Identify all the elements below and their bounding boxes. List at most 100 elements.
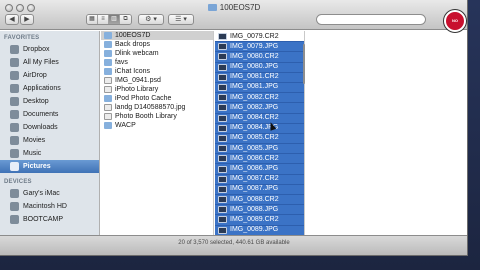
list-item[interactable]: IMG_0088.CR2 [215,194,304,205]
list-item[interactable]: iPod Photo Cache [101,94,213,103]
image-file-icon [218,196,227,204]
search-field[interactable] [316,14,426,25]
list-item[interactable]: IMG_0080.JPG [215,61,304,72]
hard-drive-icon [10,202,19,211]
sidebar-item-pictures[interactable]: Pictures [0,160,99,173]
preview-column [306,31,467,235]
folder-icon [104,68,112,75]
sidebar-item-desktop[interactable]: Desktop [0,95,99,108]
icon-view-button[interactable]: ▦ [87,15,98,24]
list-item[interactable]: IMG_0082.CR2 [215,92,304,103]
title-bar[interactable]: 100EOS7D ◀ ▶ ▦ ≡ ▥ ⧉ ⚙ ▾ ☰ ▾ [0,0,467,30]
music-icon [10,149,19,158]
sidebar-item-dropbox[interactable]: Dropbox [0,43,99,56]
list-item[interactable]: IMG_0089.JPG [215,224,304,235]
image-file-icon [218,43,227,51]
folder-icon [104,41,112,48]
list-item[interactable]: IMG_0079.CR2 [215,31,304,41]
list-item[interactable]: IMG_0085.JPG [215,143,304,154]
sidebar-item-documents[interactable]: Documents [0,108,99,121]
pictures-icon [10,162,19,171]
list-item[interactable]: iChat Icons [101,67,213,76]
list-item[interactable]: IMG_0086.JPG [215,163,304,174]
finder-window: 100EOS7D ◀ ▶ ▦ ≡ ▥ ⧉ ⚙ ▾ ☰ ▾ FAVORITES D… [0,0,468,256]
image-file-icon [218,134,227,142]
image-file-icon [218,226,227,234]
list-item[interactable]: Photo Booth Library [101,112,213,121]
folder-icon [104,122,112,129]
folder-icon [104,32,112,39]
list-item[interactable]: IMG_0081.CR2 [215,71,304,82]
image-file-icon [218,185,227,193]
image-file-icon [104,77,112,84]
sidebar-item-airdrop[interactable]: AirDrop [0,69,99,82]
image-file-icon [104,104,112,111]
list-item[interactable]: IMG_0085.CR2 [215,132,304,144]
folder-icon [104,59,112,66]
list-view-button[interactable]: ≡ [98,15,109,24]
sidebar-item-macintosh-hd[interactable]: Macintosh HD [0,200,99,213]
image-file-icon [218,73,227,81]
list-item[interactable]: IMG_0079.JPG [215,41,304,52]
list-item[interactable]: IMG_0086.CR2 [215,153,304,164]
image-file-icon [218,175,227,183]
list-item[interactable]: Back drops [101,40,213,49]
folder-icon [104,95,112,102]
hard-drive-icon [10,215,19,224]
image-file-icon [218,206,227,214]
list-item[interactable]: IMG_0084.CR2 [215,112,304,123]
list-item[interactable]: WACP [101,121,213,130]
view-switcher: ▦ ≡ ▥ ⧉ [86,14,132,25]
image-file-icon [218,114,227,122]
sidebar-item-movies[interactable]: Movies [0,134,99,147]
list-item[interactable]: IMG_0087.JPG [215,183,304,194]
image-file-icon [218,104,227,112]
folder-icon [207,4,217,11]
downloads-icon [10,123,19,132]
documents-icon [10,110,19,119]
movies-icon [10,136,19,145]
all-files-icon [10,58,19,67]
list-item[interactable]: 100EOS7D [101,31,213,40]
list-item[interactable]: IMG_0088.JPG [215,204,304,215]
folder-contents-column: IMG_0079.CR2 IMG_0079.JPG IMG_0080.CR2 I… [215,31,305,235]
list-item[interactable]: IMG_0084.JPG [215,122,304,133]
image-file-icon [218,53,227,61]
list-item[interactable]: iPhoto Library [101,85,213,94]
image-file-icon [218,84,227,92]
image-file-icon [218,165,227,173]
list-item[interactable]: IMG_0081.JPG [215,81,304,93]
imac-icon [10,189,19,198]
image-file-icon [218,33,227,41]
dropbox-icon [10,45,19,54]
window-title: 100EOS7D [0,3,467,12]
sidebar-item-bootcamp[interactable]: BOOTCAMP [0,213,99,226]
list-item[interactable]: Dlink webcam [101,49,213,58]
channel-logo-caption: geek tech [446,34,464,39]
sidebar-item-music[interactable]: Music [0,147,99,160]
iphoto-library-icon [104,86,112,93]
sidebar-item-downloads[interactable]: Downloads [0,121,99,134]
column-view-button[interactable]: ▥ [109,15,120,24]
sidebar-item-all-my-files[interactable]: All My Files [0,56,99,69]
coverflow-view-button[interactable]: ⧉ [120,15,131,24]
list-item[interactable]: IMG_0087.CR2 [215,173,304,184]
list-item[interactable]: favs [101,58,213,67]
sidebar-item-applications[interactable]: Applications [0,82,99,95]
back-button[interactable]: ◀ [5,14,19,25]
sidebar-item-garys-imac[interactable]: Gary's iMac [0,187,99,200]
arrange-menu-button[interactable]: ☰ ▾ [168,14,194,25]
photo-booth-library-icon [104,113,112,120]
sidebar: FAVORITES Dropbox All My Files AirDrop A… [0,31,100,235]
forward-button[interactable]: ▶ [20,14,34,25]
image-file-icon [218,94,227,102]
list-item[interactable]: IMG_0082.JPG [215,102,304,113]
action-menu-button[interactable]: ⚙ ▾ [138,14,164,25]
image-file-icon [218,155,227,163]
column-scrollbar[interactable] [303,44,305,84]
list-item[interactable]: IMG_0941.psd [101,76,213,85]
image-file-icon [218,124,227,132]
list-item[interactable]: landg D140588570.jpg [101,103,213,112]
list-item[interactable]: IMG_0089.CR2 [215,214,304,225]
list-item[interactable]: IMG_0080.CR2 [215,51,304,62]
